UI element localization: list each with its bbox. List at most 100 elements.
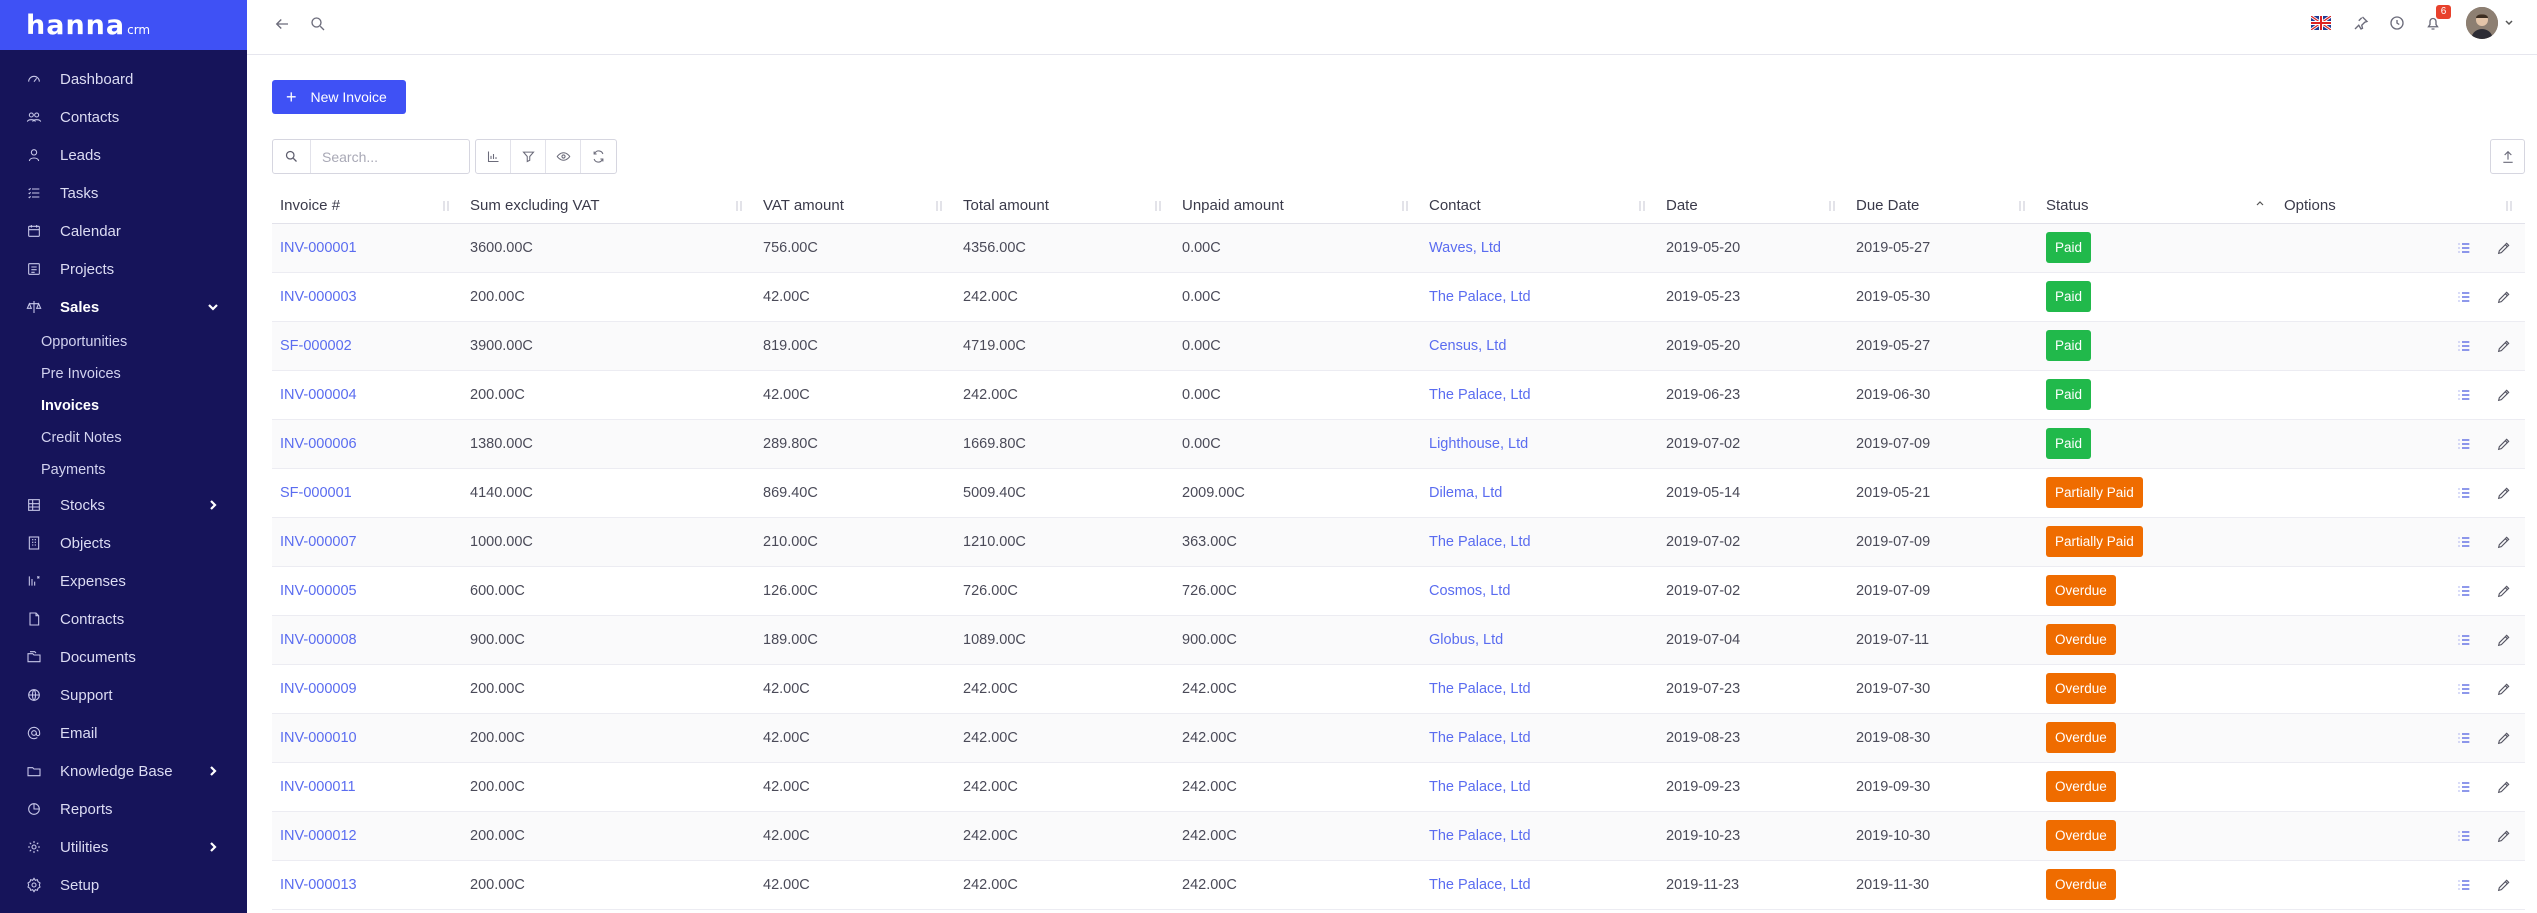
list-details-icon[interactable] bbox=[2453, 629, 2475, 651]
list-details-icon[interactable] bbox=[2453, 237, 2475, 259]
pencil-icon[interactable] bbox=[2493, 335, 2515, 357]
column-header-invoice[interactable]: Invoice # bbox=[272, 189, 462, 224]
status-badge[interactable]: Overdue bbox=[2046, 575, 2116, 606]
column-header-due-date[interactable]: Due Date bbox=[1848, 189, 2038, 224]
sidebar-item-dashboard[interactable]: Dashboard bbox=[0, 60, 247, 98]
uk-flag-icon[interactable] bbox=[2311, 16, 2331, 30]
list-details-icon[interactable] bbox=[2453, 727, 2475, 749]
pencil-icon[interactable] bbox=[2493, 580, 2515, 602]
contact-link[interactable]: Census, Ltd bbox=[1429, 338, 1506, 354]
sidebar-item-objects[interactable]: Objects bbox=[0, 524, 247, 562]
contact-link[interactable]: The Palace, Ltd bbox=[1429, 730, 1531, 746]
contact-link[interactable]: The Palace, Ltd bbox=[1429, 387, 1531, 403]
list-details-icon[interactable] bbox=[2453, 335, 2475, 357]
table-row[interactable]: SF-000001 4140.00C 869.40C 5009.40C 2009.00C… bbox=[272, 468, 2525, 518]
sidebar-item-sales[interactable]: Sales bbox=[0, 288, 247, 326]
sidebar-item-reports[interactable]: Reports bbox=[0, 790, 247, 828]
table-row[interactable]: INV-000004 200.00C 42.00C 242.00C 0.00C The P… bbox=[272, 370, 2525, 420]
pencil-icon[interactable] bbox=[2493, 482, 2515, 504]
sidebar-subitem-invoices[interactable]: Invoices bbox=[0, 390, 247, 422]
status-badge[interactable]: Overdue bbox=[2046, 820, 2116, 851]
status-badge[interactable]: Partially Paid bbox=[2046, 477, 2143, 508]
invoice-link[interactable]: SF-000002 bbox=[280, 338, 352, 354]
invoice-link[interactable]: INV-000003 bbox=[280, 289, 357, 305]
status-badge[interactable]: Overdue bbox=[2046, 771, 2116, 802]
new-invoice-button[interactable]: + New Invoice bbox=[272, 80, 406, 114]
filter-icon[interactable] bbox=[511, 140, 546, 173]
list-details-icon[interactable] bbox=[2453, 482, 2475, 504]
invoice-link[interactable]: INV-000013 bbox=[280, 877, 357, 893]
contact-link[interactable]: The Palace, Ltd bbox=[1429, 877, 1531, 893]
sidebar-item-leads[interactable]: Leads bbox=[0, 136, 247, 174]
sidebar-item-projects[interactable]: Projects bbox=[0, 250, 247, 288]
clock-icon[interactable] bbox=[2386, 12, 2408, 34]
sidebar-subitem-payments[interactable]: Payments bbox=[0, 454, 247, 486]
invoice-link[interactable]: INV-000008 bbox=[280, 632, 357, 648]
list-details-icon[interactable] bbox=[2453, 384, 2475, 406]
table-row[interactable]: INV-000003 200.00C 42.00C 242.00C 0.00C The P… bbox=[272, 272, 2525, 322]
sidebar-item-tasks[interactable]: Tasks bbox=[0, 174, 247, 212]
contact-link[interactable]: The Palace, Ltd bbox=[1429, 534, 1531, 550]
list-details-icon[interactable] bbox=[2453, 286, 2475, 308]
invoice-link[interactable]: INV-000004 bbox=[280, 387, 357, 403]
list-details-icon[interactable] bbox=[2453, 580, 2475, 602]
table-row[interactable]: INV-000012 200.00C 42.00C 242.00C 242.00C The… bbox=[272, 811, 2525, 861]
table-row[interactable]: SF-000002 3900.00C 819.00C 4719.00C 0.00C Cen… bbox=[272, 321, 2525, 371]
chart-icon[interactable] bbox=[476, 140, 511, 173]
pencil-icon[interactable] bbox=[2493, 237, 2515, 259]
sidebar-item-contacts[interactable]: Contacts bbox=[0, 98, 247, 136]
table-row[interactable]: INV-000010 200.00C 42.00C 242.00C 242.00C The… bbox=[272, 713, 2525, 763]
sidebar-subitem-opportunities[interactable]: Opportunities bbox=[0, 326, 247, 358]
invoice-link[interactable]: INV-000011 bbox=[280, 779, 356, 795]
pencil-icon[interactable] bbox=[2493, 776, 2515, 798]
search-input[interactable] bbox=[311, 141, 461, 172]
column-header-sum-excluding-vat[interactable]: Sum excluding VAT bbox=[462, 189, 755, 224]
invoice-link[interactable]: INV-000005 bbox=[280, 583, 357, 599]
column-header-date[interactable]: Date bbox=[1658, 189, 1848, 224]
status-badge[interactable]: Paid bbox=[2046, 330, 2092, 361]
contact-link[interactable]: Lighthouse, Ltd bbox=[1429, 436, 1528, 452]
contact-link[interactable]: The Palace, Ltd bbox=[1429, 828, 1531, 844]
column-header-vat-amount[interactable]: VAT amount bbox=[755, 189, 955, 224]
status-badge[interactable]: Overdue bbox=[2046, 673, 2116, 704]
pencil-icon[interactable] bbox=[2493, 433, 2515, 455]
pin-icon[interactable] bbox=[2350, 12, 2372, 34]
table-row[interactable]: INV-000006 1380.00C 289.80C 1669.80C 0.00C Li… bbox=[272, 419, 2525, 469]
pencil-icon[interactable] bbox=[2493, 727, 2515, 749]
invoice-link[interactable]: INV-000006 bbox=[280, 436, 357, 452]
column-header-total-amount[interactable]: Total amount bbox=[955, 189, 1174, 224]
export-button[interactable] bbox=[2490, 139, 2525, 174]
table-row[interactable]: INV-000011 200.00C 42.00C 242.00C 242.00C The… bbox=[272, 762, 2525, 812]
pencil-icon[interactable] bbox=[2493, 286, 2515, 308]
contact-link[interactable]: The Palace, Ltd bbox=[1429, 289, 1531, 305]
invoice-link[interactable]: INV-000010 bbox=[280, 730, 357, 746]
invoice-link[interactable]: INV-000012 bbox=[280, 828, 357, 844]
table-row[interactable]: INV-000001 3600.00C 756.00C 4356.00C 0.00C Wa… bbox=[272, 223, 2525, 273]
column-header-options[interactable]: Options bbox=[2276, 189, 2525, 224]
refresh-icon[interactable] bbox=[581, 140, 616, 173]
sidebar-item-expenses[interactable]: Expenses bbox=[0, 562, 247, 600]
sidebar-item-calendar[interactable]: Calendar bbox=[0, 212, 247, 250]
list-details-icon[interactable] bbox=[2453, 776, 2475, 798]
status-badge[interactable]: Overdue bbox=[2046, 722, 2116, 753]
status-badge[interactable]: Paid bbox=[2046, 379, 2092, 410]
invoice-link[interactable]: INV-000009 bbox=[280, 681, 357, 697]
table-row[interactable]: INV-000008 900.00C 189.00C 1089.00C 900.00C G… bbox=[272, 615, 2525, 665]
sidebar-item-utilities[interactable]: Utilities bbox=[0, 828, 247, 866]
chevron-down-icon[interactable] bbox=[2504, 18, 2514, 28]
sidebar-item-contracts[interactable]: Contracts bbox=[0, 600, 247, 638]
pencil-icon[interactable] bbox=[2493, 629, 2515, 651]
table-row[interactable]: INV-000005 600.00C 126.00C 726.00C 726.00C Co… bbox=[272, 566, 2525, 616]
column-header-contact[interactable]: Contact bbox=[1421, 189, 1658, 224]
sidebar-subitem-credit-notes[interactable]: Credit Notes bbox=[0, 422, 247, 454]
table-row[interactable]: INV-000013 200.00C 42.00C 242.00C 242.00C The… bbox=[272, 860, 2525, 910]
list-details-icon[interactable] bbox=[2453, 874, 2475, 896]
list-details-icon[interactable] bbox=[2453, 678, 2475, 700]
sidebar-item-stocks[interactable]: Stocks bbox=[0, 486, 247, 524]
list-details-icon[interactable] bbox=[2453, 433, 2475, 455]
column-header-unpaid-amount[interactable]: Unpaid amount bbox=[1174, 189, 1421, 224]
invoice-link[interactable]: SF-000001 bbox=[280, 485, 352, 501]
contact-link[interactable]: Globus, Ltd bbox=[1429, 632, 1503, 648]
sidebar-item-documents[interactable]: Documents bbox=[0, 638, 247, 676]
column-header-status[interactable]: Status bbox=[2038, 189, 2276, 224]
